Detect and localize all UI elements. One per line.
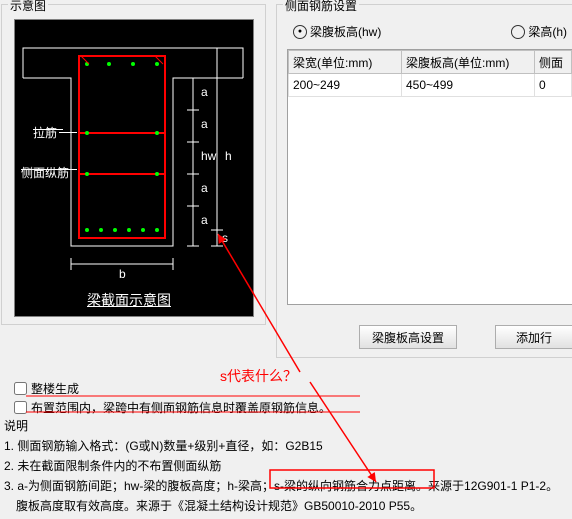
sym-a1: a	[201, 85, 208, 99]
check-range-label: 布置范围内，梁跨中有侧面钢筋信息时覆盖原钢筋信息。	[31, 399, 331, 416]
group-title-diagram: 示意图	[8, 0, 48, 14]
btn-set-hw[interactable]: 梁腹板高设置	[359, 325, 457, 349]
sym-h: h	[225, 149, 232, 163]
cell-side[interactable]: 0	[535, 74, 572, 97]
table-row[interactable]: 200~249 450~499 0	[289, 74, 572, 97]
radio-hw[interactable]: ● 梁腹板高(hw)	[293, 23, 381, 40]
btn-set-hw-label: 梁腹板高设置	[372, 329, 444, 346]
btn-add-row[interactable]: 添加行	[495, 325, 572, 349]
annotation-question: s代表什么？	[220, 366, 297, 386]
label-side: 侧面纵筋	[21, 164, 69, 181]
radio-dot-icon: ●	[293, 25, 307, 39]
sym-hw: hw	[201, 149, 217, 163]
sym-b: b	[119, 267, 126, 281]
radio-h-label: 梁高(h)	[528, 23, 567, 40]
sym-a4: a	[201, 213, 208, 227]
note-line-3: 3. a-为侧面钢筋间距；hw-梁的腹板高度；h-梁高；s-梁的纵向钢筋合力点距…	[4, 476, 570, 496]
note-line-4: 腹板高度取有效高度。来源于《混凝土结构设计规范》GB50010-2010 P55…	[4, 496, 570, 516]
radio-h[interactable]: 梁高(h)	[511, 23, 567, 40]
col-side[interactable]: 侧面	[535, 51, 572, 74]
col-web-height[interactable]: 梁腹板高(单位:mm)	[402, 51, 535, 74]
notes-title: 说明	[4, 416, 570, 436]
diagram-caption: 梁截面示意图	[87, 290, 171, 310]
check-whole-input[interactable]	[14, 382, 27, 395]
check-range-input[interactable]	[14, 401, 27, 414]
rebar-table[interactable]: 梁宽(单位:mm) 梁腹板高(单位:mm) 侧面 200~249 450~499…	[287, 49, 572, 305]
group-title-siderebar: 侧面钢筋设置	[283, 0, 359, 14]
note-line-1: 1. 侧面钢筋输入格式：(G或N)数量+级别+直径，如：G2B15	[4, 436, 570, 456]
sym-a2: a	[201, 117, 208, 131]
check-whole-label: 整楼生成	[31, 380, 79, 397]
note-line-2: 2. 未在截面限制条件内的不布置侧面纵筋	[4, 456, 570, 476]
label-tie: 拉筋	[33, 124, 57, 141]
sym-a3: a	[201, 181, 208, 195]
cell-width[interactable]: 200~249	[289, 74, 402, 97]
sym-s: s	[222, 231, 228, 245]
radio-hw-label: 梁腹板高(hw)	[310, 23, 381, 40]
beam-section-diagram: hw h a a a a s b 拉筋 侧面纵筋 梁截面示意图	[14, 19, 254, 317]
btn-add-row-label: 添加行	[516, 329, 552, 346]
check-range-override[interactable]: 布置范围内，梁跨中有侧面钢筋信息时覆盖原钢筋信息。	[14, 399, 331, 416]
col-beam-width[interactable]: 梁宽(单位:mm)	[289, 51, 402, 74]
cell-hw[interactable]: 450~499	[402, 74, 535, 97]
